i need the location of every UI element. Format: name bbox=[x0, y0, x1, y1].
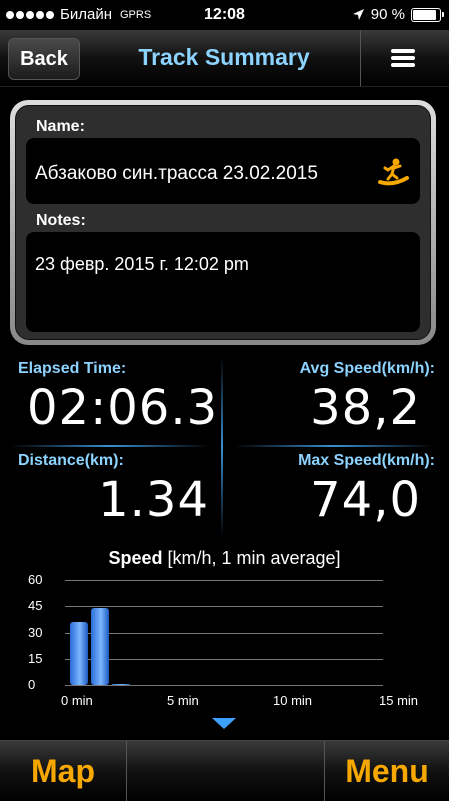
toolbar-separator-left bbox=[126, 741, 127, 801]
y-tick-label: 15 bbox=[28, 650, 43, 666]
chart-gridline bbox=[65, 606, 383, 608]
stats-horizontal-divider-left bbox=[10, 445, 210, 447]
bottom-toolbar: Map Menu bbox=[0, 740, 449, 801]
chart-gridline bbox=[65, 658, 383, 660]
distance-value: 1.34 bbox=[98, 472, 209, 528]
navigation-bar: Back Track Summary bbox=[0, 30, 449, 87]
track-info-panel: Name: Абзаково син.трасса 23.02.2015 Not… bbox=[15, 105, 431, 340]
snowboarder-icon bbox=[378, 158, 409, 186]
battery-icon bbox=[411, 7, 444, 22]
track-notes: 23 февр. 2015 г. 12:02 pm bbox=[35, 254, 249, 274]
avg-speed-label: Avg Speed(km/h): bbox=[299, 360, 435, 377]
y-tick-label: 0 bbox=[28, 677, 36, 692]
stats-horizontal-divider-right bbox=[234, 445, 434, 447]
page-title: Track Summary bbox=[138, 44, 310, 70]
map-button[interactable]: Map bbox=[0, 741, 126, 801]
name-field[interactable]: Абзаково син.трасса 23.02.2015 bbox=[26, 138, 420, 204]
chart-gridline bbox=[65, 580, 383, 581]
speed-bar bbox=[91, 608, 109, 685]
x-tick-label: 10 min bbox=[273, 693, 313, 708]
chart-subtitle: [km/h, 1 min average] bbox=[167, 548, 341, 568]
speed-bar bbox=[112, 684, 130, 686]
hamburger-menu-icon bbox=[391, 46, 415, 70]
menu-toolbar-button[interactable]: Menu bbox=[325, 741, 449, 801]
max-speed-label: Max Speed(km/h): bbox=[298, 452, 435, 469]
track-name: Абзаково син.трасса 23.02.2015 bbox=[35, 163, 318, 184]
chart-title-main: Speed bbox=[108, 548, 163, 568]
chart-gridline bbox=[65, 685, 383, 686]
y-tick-label: 30 bbox=[28, 624, 43, 640]
elapsed-time-value: 02:06.3 bbox=[27, 380, 219, 436]
chart-gridline bbox=[65, 632, 383, 634]
chart-title: Speed [km/h, 1 min average] bbox=[0, 548, 449, 569]
notes-field[interactable]: 23 февр. 2015 г. 12:02 pm bbox=[26, 232, 420, 332]
track-info-card: Name: Абзаково син.трасса 23.02.2015 Not… bbox=[10, 100, 436, 345]
menu-button[interactable] bbox=[360, 30, 445, 86]
battery-percent: 90 % bbox=[370, 6, 405, 23]
speed-bar bbox=[70, 622, 88, 685]
location-arrow-icon bbox=[352, 9, 364, 20]
scroll-down-arrow-icon[interactable] bbox=[212, 718, 236, 729]
elapsed-time-label: Elapsed Time: bbox=[18, 360, 127, 377]
notes-label: Notes: bbox=[36, 212, 86, 229]
avg-speed-value: 38,2 bbox=[310, 380, 421, 436]
battery-fill bbox=[413, 9, 436, 20]
y-tick-label: 60 bbox=[28, 572, 43, 587]
status-bar: Билайн GPRS 12:08 90 % bbox=[0, 0, 449, 30]
stats-vertical-divider bbox=[221, 356, 223, 538]
back-button[interactable]: Back bbox=[8, 38, 80, 80]
y-tick-label: 45 bbox=[28, 598, 43, 614]
x-tick-label: 15 min bbox=[379, 693, 419, 708]
max-speed-value: 74,0 bbox=[310, 472, 421, 528]
distance-label: Distance(km): bbox=[18, 452, 124, 469]
x-tick-label: 0 min bbox=[61, 693, 93, 708]
status-right: 90 % bbox=[352, 6, 444, 23]
name-label: Name: bbox=[36, 118, 85, 135]
x-tick-label: 5 min bbox=[167, 693, 199, 708]
